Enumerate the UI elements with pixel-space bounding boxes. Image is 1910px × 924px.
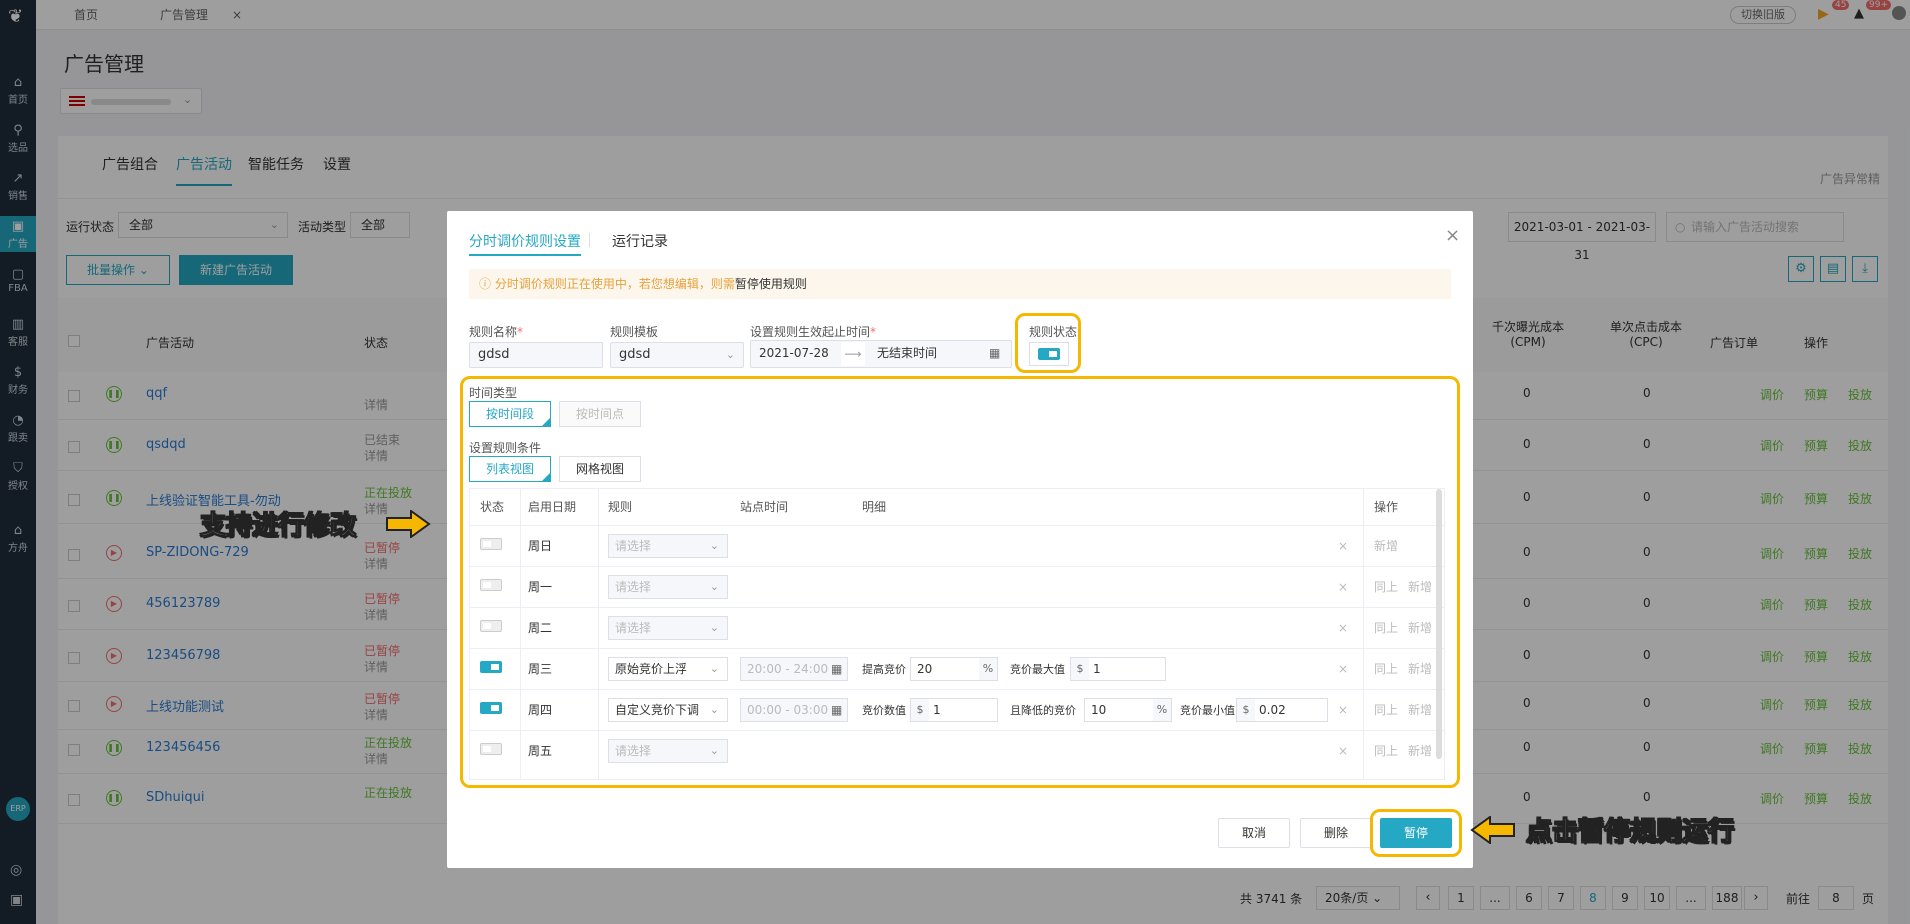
end-date[interactable]: 无结束时间 (877, 341, 937, 365)
delete-button[interactable]: 删除 (1300, 818, 1372, 848)
rule-name-input[interactable]: gdsd (469, 342, 603, 368)
pause-rule-link[interactable]: 暂停使用规则 (735, 277, 807, 291)
callout-pause: 点击暂停规则运行 (1525, 817, 1735, 848)
rule-name-label: 规则名称* (469, 325, 524, 339)
conditions-highlight (460, 376, 1460, 788)
callout-modify: 支持进行修改 (199, 511, 357, 542)
warning-banner: ⓘ 分时调价规则正在使用中，若您想编辑，则需暂停使用规则 (469, 269, 1451, 299)
tab-run-records[interactable]: 运行记录 (612, 231, 668, 251)
rule-period-range[interactable]: 2021-07-28 ⟶ 无结束时间 ▦ (750, 340, 1012, 368)
cancel-button[interactable]: 取消 (1218, 818, 1290, 848)
rule-template-label: 规则模板 (610, 325, 659, 339)
pause-button-highlight (1370, 809, 1462, 857)
time-pricing-rule-dialog: 分时调价规则设置 运行记录 × ⓘ 分时调价规则正在使用中，若您想编辑，则需暂停… (447, 211, 1473, 868)
calendar-icon: ▦ (989, 346, 1001, 360)
info-icon: ⓘ (479, 277, 492, 291)
arrow-left-icon (1470, 816, 1515, 844)
chevron-down-icon: ⌄ (725, 348, 735, 361)
arrow-right-icon (386, 510, 431, 538)
tab-rule-settings[interactable]: 分时调价规则设置 (469, 231, 581, 256)
rule-period-label: 设置规则生效起止时间* (750, 325, 877, 339)
start-date[interactable]: 2021-07-28 (759, 346, 829, 360)
rule-status-highlight (1015, 313, 1081, 373)
rule-template-select[interactable]: gdsd ⌄ (610, 342, 744, 368)
close-icon[interactable]: × (1445, 225, 1460, 246)
